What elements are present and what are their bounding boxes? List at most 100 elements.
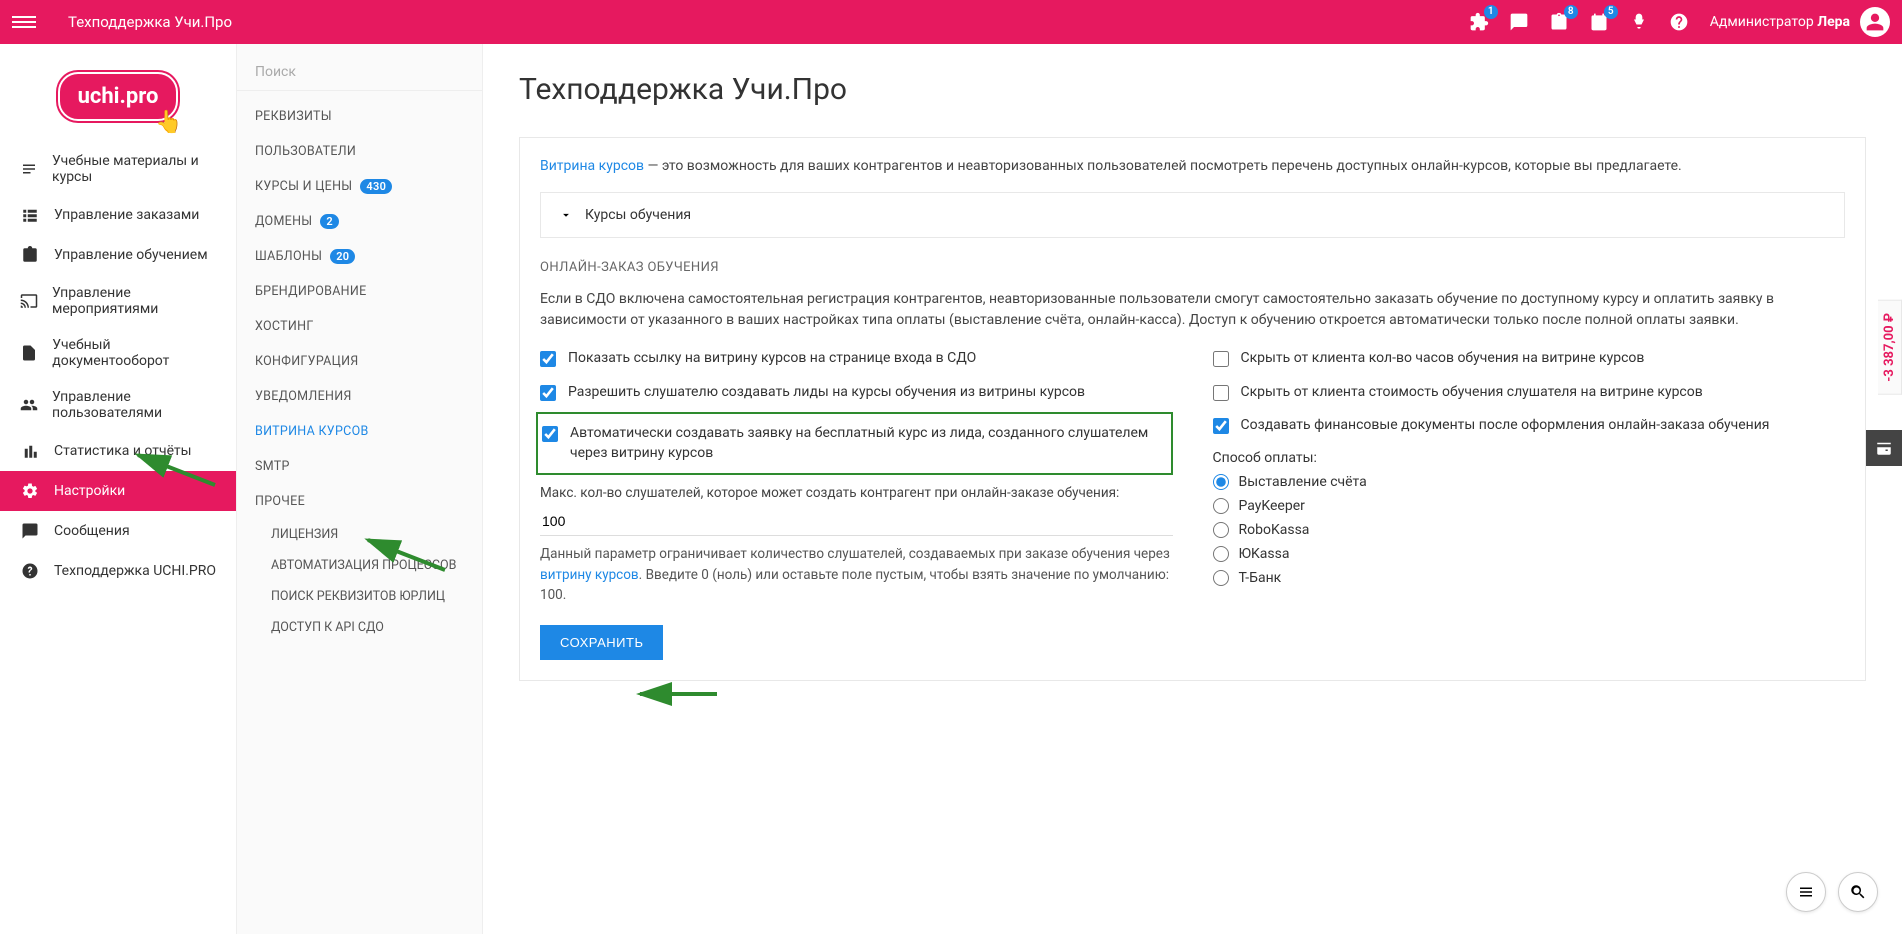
topbar: Техподдержка Учи.Про 1 8 5 Администратор… bbox=[0, 0, 1902, 44]
clipboard-icon bbox=[20, 245, 40, 265]
radio[interactable] bbox=[1213, 570, 1229, 586]
sidebar-item-orders[interactable]: Управление заказами bbox=[0, 195, 236, 235]
sub-nav-label: КУРСЫ И ЦЕНЫ bbox=[255, 179, 352, 194]
check-label: Скрыть от клиента кол-во часов обучения … bbox=[1241, 349, 1645, 369]
sub-nav-smtp[interactable]: SMTP bbox=[237, 449, 482, 484]
sub-nav-label: ПРОЧЕЕ bbox=[255, 494, 305, 509]
list-icon bbox=[20, 205, 40, 225]
showcase-link[interactable]: Витрина курсов bbox=[540, 158, 644, 174]
radio[interactable] bbox=[1213, 546, 1229, 562]
sub-nav-label: ХОСТИНГ bbox=[255, 319, 314, 334]
sidebar-item-messages[interactable]: Сообщения bbox=[0, 511, 236, 551]
assignment-icon[interactable]: 8 bbox=[1548, 11, 1570, 33]
support-icon bbox=[20, 561, 40, 581]
checkbox[interactable] bbox=[540, 385, 556, 401]
sidebar-item-materials[interactable]: Учебные материалы и курсы bbox=[0, 143, 236, 195]
users-icon bbox=[20, 395, 38, 415]
max-field-label: Макс. кол-во слушателей, которое может с… bbox=[540, 485, 1173, 501]
count-badge: 430 bbox=[360, 179, 392, 194]
sub-nav-label: SMTP bbox=[255, 459, 290, 474]
showcase-inline-link[interactable]: витрину курсов bbox=[540, 567, 639, 583]
accordion-label: Курсы обучения bbox=[585, 207, 691, 223]
check-allow-leads[interactable]: Разрешить слушателю создавать лиды на ку… bbox=[540, 383, 1173, 403]
courses-accordion[interactable]: Курсы обучения bbox=[540, 192, 1845, 238]
radio-label: Т-Банк bbox=[1239, 570, 1282, 586]
check-hide-hours[interactable]: Скрыть от клиента кол-во часов обучения … bbox=[1213, 349, 1846, 369]
user-menu[interactable]: Администратор Лера bbox=[1710, 7, 1890, 37]
chat-icon[interactable] bbox=[1508, 11, 1530, 33]
event-icon[interactable]: 5 bbox=[1588, 11, 1610, 33]
sub-nav-courses-prices[interactable]: КУРСЫ И ЦЕНЫ 430 bbox=[237, 169, 482, 204]
check-hide-price[interactable]: Скрыть от клиента стоимость обучения слу… bbox=[1213, 383, 1846, 403]
check-label: Скрыть от клиента стоимость обучения слу… bbox=[1241, 383, 1703, 403]
sub-nav-domains[interactable]: ДОМЕНЫ2 bbox=[237, 204, 482, 239]
checkbox[interactable] bbox=[1213, 418, 1229, 434]
sub-nav-license[interactable]: ЛИЦЕНЗИЯ bbox=[237, 519, 482, 550]
sidebar-item-label: Управление пользователями bbox=[52, 389, 216, 421]
sub-nav-branding[interactable]: БРЕНДИРОВАНИЕ bbox=[237, 274, 482, 309]
checkbox[interactable] bbox=[1213, 351, 1229, 367]
badge: 5 bbox=[1604, 5, 1618, 19]
sub-nav-requisites[interactable]: РЕКВИЗИТЫ bbox=[237, 99, 482, 134]
radio-label: Выставление счёта bbox=[1239, 474, 1367, 490]
pay-opt-paykeeper[interactable]: PayKeeper bbox=[1213, 498, 1846, 514]
sidebar-item-label: Управление мероприятиями bbox=[52, 285, 216, 317]
check-create-findocs[interactable]: Создавать финансовые документы после офо… bbox=[1213, 416, 1846, 436]
radio[interactable] bbox=[1213, 498, 1229, 514]
sidebar-item-support[interactable]: Техподдержка UCHI.PRO bbox=[0, 551, 236, 591]
pay-opt-invoice[interactable]: Выставление счёта bbox=[1213, 474, 1846, 490]
doc-icon bbox=[20, 343, 38, 363]
radio[interactable] bbox=[1213, 522, 1229, 538]
radio-label: PayKeeper bbox=[1239, 498, 1305, 514]
sub-nav-automation[interactable]: АВТОМАТИЗАЦИЯ ПРОЦЕССОВ bbox=[237, 550, 482, 581]
radio[interactable] bbox=[1213, 474, 1229, 490]
sidebar-item-users[interactable]: Управление пользователями bbox=[0, 379, 236, 431]
sub-nav-hosting[interactable]: ХОСТИНГ bbox=[237, 309, 482, 344]
highlight-box: Автоматически создавать заявку на беспла… bbox=[536, 412, 1173, 475]
puzzle-icon[interactable]: 1 bbox=[1468, 11, 1490, 33]
sub-nav-templates[interactable]: ШАБЛОНЫ20 bbox=[237, 239, 482, 274]
menu-toggle-icon[interactable] bbox=[12, 10, 36, 34]
fab-search-icon[interactable] bbox=[1838, 872, 1878, 912]
wallet-icon[interactable] bbox=[1866, 430, 1902, 466]
check-auto-create[interactable]: Автоматически создавать заявку на беспла… bbox=[542, 424, 1163, 463]
sub-nav-showcase[interactable]: ВИТРИНА КУРСОВ bbox=[237, 414, 482, 449]
news-icon[interactable] bbox=[1628, 11, 1650, 33]
sub-nav-other[interactable]: ПРОЧЕЕ bbox=[237, 484, 482, 519]
fab-list-icon[interactable] bbox=[1786, 872, 1826, 912]
check-show-link[interactable]: Показать ссылку на витрину курсов на стр… bbox=[540, 349, 1173, 369]
sub-nav-api[interactable]: ДОСТУП К API СДО bbox=[237, 612, 482, 643]
sidebar-item-documents[interactable]: Учебный документооборот bbox=[0, 327, 236, 379]
sub-nav-req-search[interactable]: ПОИСК РЕКВИЗИТОВ ЮРЛИЦ bbox=[237, 581, 482, 612]
sidebar-item-label: Техподдержка UCHI.PRO bbox=[54, 563, 216, 579]
sub-nav-label: БРЕНДИРОВАНИЕ bbox=[255, 284, 367, 299]
sidebar-primary: uchi.pro👆 Учебные материалы и курсы Упра… bbox=[0, 44, 237, 934]
balance-tab[interactable]: -3 387,00 ₽ bbox=[1878, 300, 1902, 395]
max-listeners-input[interactable] bbox=[540, 507, 1173, 536]
sidebar-item-settings[interactable]: Настройки bbox=[0, 471, 236, 511]
chart-icon bbox=[20, 441, 40, 461]
sub-nav-users[interactable]: ПОЛЬЗОВАТЕЛИ bbox=[237, 134, 482, 169]
help-icon[interactable] bbox=[1668, 11, 1690, 33]
logo[interactable]: uchi.pro👆 bbox=[0, 54, 236, 143]
pay-opt-robokassa[interactable]: RoboKassa bbox=[1213, 522, 1846, 538]
checkbox[interactable] bbox=[1213, 385, 1229, 401]
sub-nav-configuration[interactable]: КОНФИГУРАЦИЯ bbox=[237, 344, 482, 379]
section-heading: ОНЛАЙН-ЗАКАЗ ОБУЧЕНИЯ bbox=[540, 260, 1845, 275]
sidebar-item-learning[interactable]: Управление обучением bbox=[0, 235, 236, 275]
sidebar-item-label: Управление заказами bbox=[54, 207, 199, 223]
sidebar-item-events[interactable]: Управление мероприятиями bbox=[0, 275, 236, 327]
radio-label: RoboKassa bbox=[1239, 522, 1310, 538]
pay-opt-yukassa[interactable]: ЮKassa bbox=[1213, 546, 1846, 562]
sub-nav-label: ПОЛЬЗОВАТЕЛИ bbox=[255, 144, 356, 159]
sub-nav-notifications[interactable]: УВЕДОМЛЕНИЯ bbox=[237, 379, 482, 414]
check-label: Автоматически создавать заявку на беспла… bbox=[570, 424, 1163, 463]
pay-opt-tbank[interactable]: Т-Банк bbox=[1213, 570, 1846, 586]
save-button[interactable]: СОХРАНИТЬ bbox=[540, 625, 663, 660]
search-input[interactable]: Поиск bbox=[237, 54, 482, 91]
sub-nav-label: УВЕДОМЛЕНИЯ bbox=[255, 389, 352, 404]
checkbox[interactable] bbox=[542, 426, 558, 442]
sidebar-item-stats[interactable]: Статистика и отчёты bbox=[0, 431, 236, 471]
checkbox[interactable] bbox=[540, 351, 556, 367]
sub-nav-label: ДОМЕНЫ bbox=[255, 214, 312, 229]
